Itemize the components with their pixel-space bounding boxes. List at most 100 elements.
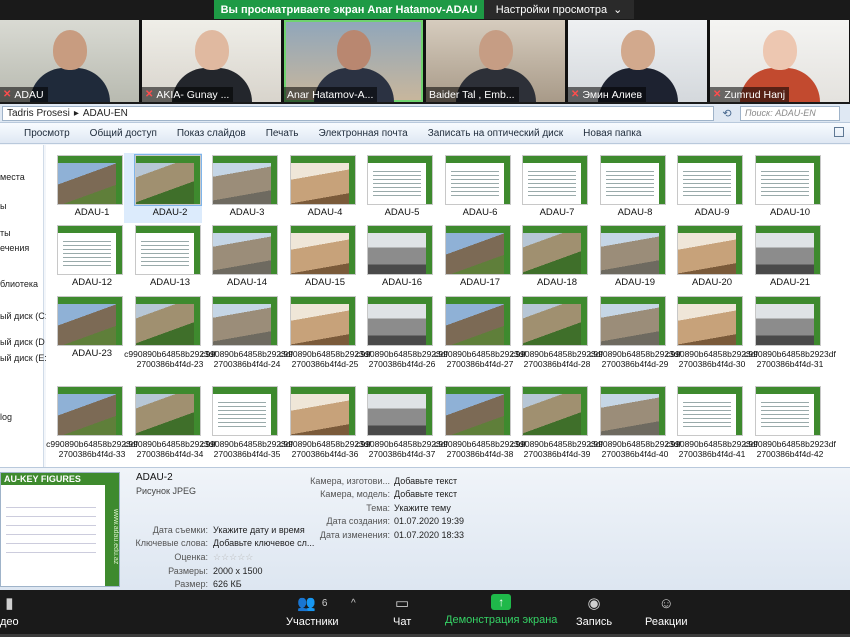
file-thumbnail[interactable]: c990890b64858b2923df2700386b4f4d-30 [666,294,758,369]
breadcrumb-item[interactable]: ADAU-EN [83,108,128,119]
nav-item[interactable]: ый диск (E: [0,353,47,363]
property-value[interactable]: Добавьте текст [394,476,457,486]
file-thumbnail[interactable]: ADAU-16 [356,223,434,293]
record-button[interactable]: ◉ Запись [576,594,612,628]
property-label: Камера, модель: [320,489,390,499]
file-thumbnail[interactable]: ADAU-10 [744,153,822,223]
file-thumbnail[interactable]: c990890b64858b2923df2700386b4f4d-38 [434,384,526,459]
file-thumbnail[interactable]: ADAU-8 [589,153,667,223]
file-thumbnail[interactable]: ADAU-18 [511,223,589,293]
file-thumbnail[interactable]: c990890b64858b2923df2700386b4f4d-36 [279,384,371,459]
participants-options-button[interactable]: ^ [351,594,356,612]
file-thumbnail[interactable]: c990890b64858b2923df2700386b4f4d-39 [511,384,603,459]
property-value[interactable]: 626 КБ [213,579,242,589]
file-thumbnail[interactable]: c990890b64858b2923df2700386b4f4d-31 [744,294,836,369]
toolbar-item[interactable]: Показ слайдов [177,128,246,139]
nav-item[interactable]: ы [0,201,6,211]
file-thumbnail[interactable]: ADAU-1 [46,153,124,223]
breadcrumb-item[interactable]: Tadris Prosesi [7,108,70,119]
property-value[interactable]: 2000 x 1500 [213,566,263,576]
video-button[interactable]: ▮ део [0,594,19,628]
explorer-content: места ы ты ечения блиотека ый диск (C: ый диск… [0,145,850,467]
photo-content [523,226,587,274]
file-thumbnail[interactable]: ADAU-23 [46,294,124,364]
toolbar-item[interactable]: Печать [266,128,299,139]
refresh-icon[interactable]: ⟲ [718,106,736,121]
slide-side-band [194,387,200,435]
property-value[interactable]: Добавьте текст [394,489,457,499]
thumbnail-image [290,155,356,205]
file-thumbnail[interactable]: ADAU-5 [356,153,434,223]
detail-file-name: ADAU-2 [136,472,173,483]
file-thumbnail[interactable]: c990890b64858b2923df2700386b4f4d-42 [744,384,836,459]
slide-header-band [136,387,200,394]
breadcrumb[interactable]: Tadris Prosesi ▸ ADAU-EN [2,105,714,121]
participant-tile[interactable]: ✕ AKIA- Gunay ... [142,20,281,102]
property-value[interactable]: ☆☆☆☆☆ [213,552,253,563]
layout-icon[interactable] [834,127,844,137]
participants-button[interactable]: 👥 6 Участники [286,594,339,628]
toolbar-item[interactable]: Электронная почта [318,128,407,139]
slide-side-band [504,226,510,274]
file-thumbnail[interactable]: ADAU-21 [744,223,822,293]
file-thumbnail[interactable]: ADAU-2 [124,153,202,223]
file-thumbnail[interactable]: c990890b64858b2923df2700386b4f4d-28 [511,294,603,369]
slide-side-band [116,387,122,435]
nav-item[interactable]: ты [0,228,11,238]
toolbar-item[interactable]: Записать на оптический диск [428,128,563,139]
file-thumbnail[interactable]: c990890b64858b2923df2700386b4f4d-37 [356,384,448,459]
property-value[interactable]: 01.07.2020 18:33 [394,530,464,540]
slide-side-band [194,297,200,345]
file-thumbnail[interactable]: c990890b64858b2923df2700386b4f4d-33 [46,384,138,459]
participant-tile[interactable]: Anar Hatamov-A... [284,20,423,102]
file-thumbnail[interactable]: ADAU-20 [666,223,744,293]
chat-button[interactable]: ▭ Чат [393,594,411,628]
file-thumbnail[interactable]: c990890b64858b2923df2700386b4f4d-35 [201,384,293,459]
participant-tile[interactable]: ✕ Эмин Алиев [568,20,707,102]
nav-item[interactable]: ечения [0,243,29,253]
file-thumbnail[interactable]: c990890b64858b2923df2700386b4f4d-23 [124,294,216,369]
file-thumbnail[interactable]: c990890b64858b2923df2700386b4f4d-25 [279,294,371,369]
participant-tile[interactable]: ✕ Zumrud Hanj [710,20,849,102]
slide-side-band [426,297,432,345]
toolbar-item[interactable]: Просмотр [24,128,70,139]
property-value[interactable]: 01.07.2020 19:39 [394,516,464,526]
file-thumbnail[interactable]: ADAU-9 [666,153,744,223]
file-thumbnail[interactable]: ADAU-15 [279,223,357,293]
file-thumbnail[interactable]: c990890b64858b2923df2700386b4f4d-34 [124,384,216,459]
file-thumbnail[interactable]: c990890b64858b2923df2700386b4f4d-29 [589,294,681,369]
nav-item[interactable]: ый диск (D [0,337,45,347]
thumbnail-image [445,225,511,275]
file-thumbnail[interactable]: ADAU-19 [589,223,667,293]
nav-item[interactable]: места [0,172,25,182]
file-thumbnail[interactable]: c990890b64858b2923df2700386b4f4d-26 [356,294,448,369]
nav-item[interactable]: ый диск (C: [0,311,47,321]
file-thumbnail[interactable]: ADAU-7 [511,153,589,223]
thumbnail-image [755,386,821,436]
participant-tile[interactable]: ✕ ADAU [0,20,139,102]
file-thumbnail[interactable]: ADAU-4 [279,153,357,223]
view-options-button[interactable]: Настройки просмотра ⌄ [484,0,634,19]
file-thumbnail[interactable]: ADAU-17 [434,223,512,293]
participant-tile[interactable]: Baider Tal , Emb... [426,20,565,102]
file-thumbnail[interactable]: ADAU-12 [46,223,124,293]
reactions-button[interactable]: ☺ Реакции [645,594,688,629]
toolbar-item[interactable]: Новая папка [583,128,641,139]
property-value[interactable]: Укажите тему [394,503,451,513]
toolbar-item[interactable]: Общий доступ [90,128,157,139]
nav-item[interactable]: блиотека [0,279,38,289]
file-thumbnail[interactable]: c990890b64858b2923df2700386b4f4d-24 [201,294,293,369]
file-thumbnail[interactable]: c990890b64858b2923df2700386b4f4d-27 [434,294,526,369]
search-input[interactable]: Поиск: ADAU-EN [740,105,840,121]
nav-item[interactable]: log [0,412,12,422]
file-thumbnail[interactable]: ADAU-14 [201,223,279,293]
file-thumbnail[interactable]: ADAU-3 [201,153,279,223]
file-thumbnail[interactable]: c990890b64858b2923df2700386b4f4d-41 [666,384,758,459]
participant-name-tag: ✕ Zumrud Hanj [710,87,790,102]
file-thumbnail[interactable]: c990890b64858b2923df2700386b4f4d-40 [589,384,681,459]
file-thumbnail[interactable]: ADAU-6 [434,153,512,223]
slide-side-band [814,297,820,345]
file-thumbnail[interactable]: ADAU-13 [124,223,202,293]
photo-content [291,297,355,345]
share-screen-button[interactable]: ↑ Демонстрация экрана [445,594,557,626]
